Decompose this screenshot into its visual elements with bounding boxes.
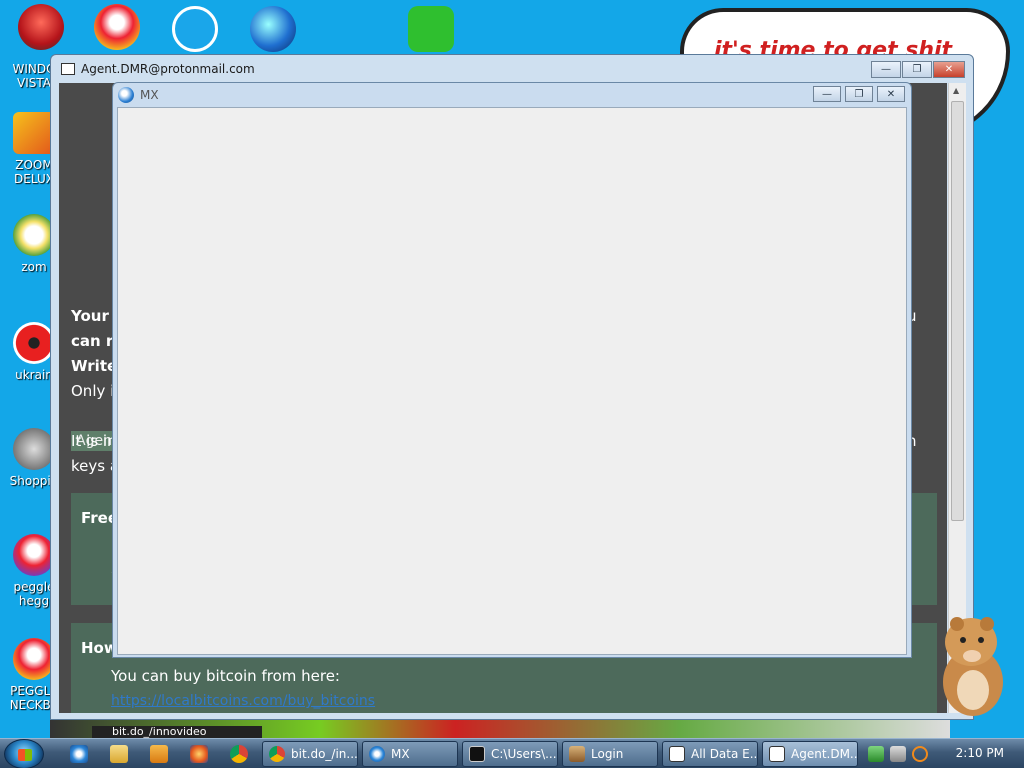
- ie-quicklaunch-icon[interactable]: [70, 745, 88, 763]
- window-title: MX: [140, 88, 159, 102]
- taskbar-button-label: C:\Users\...: [491, 747, 557, 761]
- clock[interactable]: 2:10 PM: [956, 746, 1004, 760]
- skype-icon[interactable]: [172, 6, 218, 52]
- window-titlebar[interactable]: MX: [113, 83, 911, 107]
- search-tray-icon[interactable]: [912, 746, 928, 762]
- window-controls: — ❐ ✕: [871, 61, 965, 78]
- mx-content-area[interactable]: [117, 107, 907, 655]
- minimize-button[interactable]: —: [871, 61, 901, 78]
- globe-browser-icon[interactable]: [250, 6, 296, 52]
- text-line: Your: [71, 307, 109, 325]
- windows-logo-icon: [18, 749, 32, 761]
- bitcoin-link[interactable]: https://localbitcoins.com/buy_bitcoins: [111, 693, 375, 709]
- taskbar-button[interactable]: All Data E...: [662, 741, 758, 767]
- window-controls: — ❐ ✕: [813, 86, 905, 102]
- taskbar-button[interactable]: C:\Users\...: [462, 741, 558, 767]
- scrollbar-thumb[interactable]: [951, 101, 964, 521]
- network-icon[interactable]: [868, 746, 884, 762]
- peggle-icon: [13, 638, 55, 680]
- close-button[interactable]: ✕: [877, 86, 905, 102]
- taskbar-button-label: All Data E...: [691, 747, 758, 761]
- taskbar-button-label: bit.do_/in...: [291, 747, 358, 761]
- firefox-quicklaunch-icon[interactable]: [190, 745, 208, 763]
- taskbar-preview: bit.do_/innovideo: [92, 726, 262, 738]
- mx-window[interactable]: MX — ❐ ✕: [112, 82, 912, 658]
- cmd-icon: [469, 746, 485, 762]
- media-player-quicklaunch-icon[interactable]: [150, 745, 168, 763]
- taskbar: bit.do_/in... MX C:\Users\... Login All …: [0, 738, 1024, 768]
- scroll-up-arrow-icon[interactable]: ▲: [953, 86, 963, 96]
- text-line: Write: [71, 357, 118, 375]
- ie-icon: [118, 87, 134, 103]
- radiation-icon: [13, 322, 55, 364]
- green-s-icon[interactable]: [408, 6, 454, 52]
- close-button[interactable]: ✕: [933, 61, 965, 78]
- taskbar-button-label: Agent.DM...: [791, 747, 858, 761]
- panel-text: You can buy bitcoin from here:: [111, 667, 340, 685]
- restore-button[interactable]: ❐: [902, 61, 932, 78]
- flash-icon: [13, 428, 55, 470]
- chrome-quicklaunch-icon[interactable]: [230, 745, 248, 763]
- window-icon: [669, 746, 685, 762]
- taskbar-button-label: MX: [391, 747, 410, 761]
- volume-icon[interactable]: [890, 746, 906, 762]
- window-icon: [61, 63, 75, 75]
- restore-button[interactable]: ❐: [845, 86, 873, 102]
- peggle-p-icon[interactable]: [94, 4, 140, 50]
- minimize-button[interactable]: —: [813, 86, 841, 102]
- taskbar-button[interactable]: MX: [362, 741, 458, 767]
- window-title: Agent.DMR@protonmail.com: [81, 62, 255, 76]
- window-titlebar[interactable]: Agent.DMR@protonmail.com: [51, 55, 973, 83]
- text-line: It is in: [71, 432, 117, 450]
- start-button[interactable]: [4, 739, 44, 768]
- login-icon: [569, 746, 585, 762]
- explorer-quicklaunch-icon[interactable]: [110, 745, 128, 763]
- zombie-flower-icon: [13, 214, 55, 256]
- taskbar-button-label: Login: [591, 747, 624, 761]
- hamster-image: [943, 617, 1003, 716]
- ie-icon: [369, 746, 385, 762]
- taskbar-button[interactable]: bit.do_/in...: [262, 741, 358, 767]
- peggle-icon: [13, 534, 55, 576]
- chrome-icon: [269, 746, 285, 762]
- taskbar-button[interactable]: Login: [562, 741, 658, 767]
- zoom-deluxe-icon: [13, 112, 55, 154]
- taskbar-button[interactable]: Agent.DM...: [762, 741, 858, 767]
- window-icon: [769, 746, 785, 762]
